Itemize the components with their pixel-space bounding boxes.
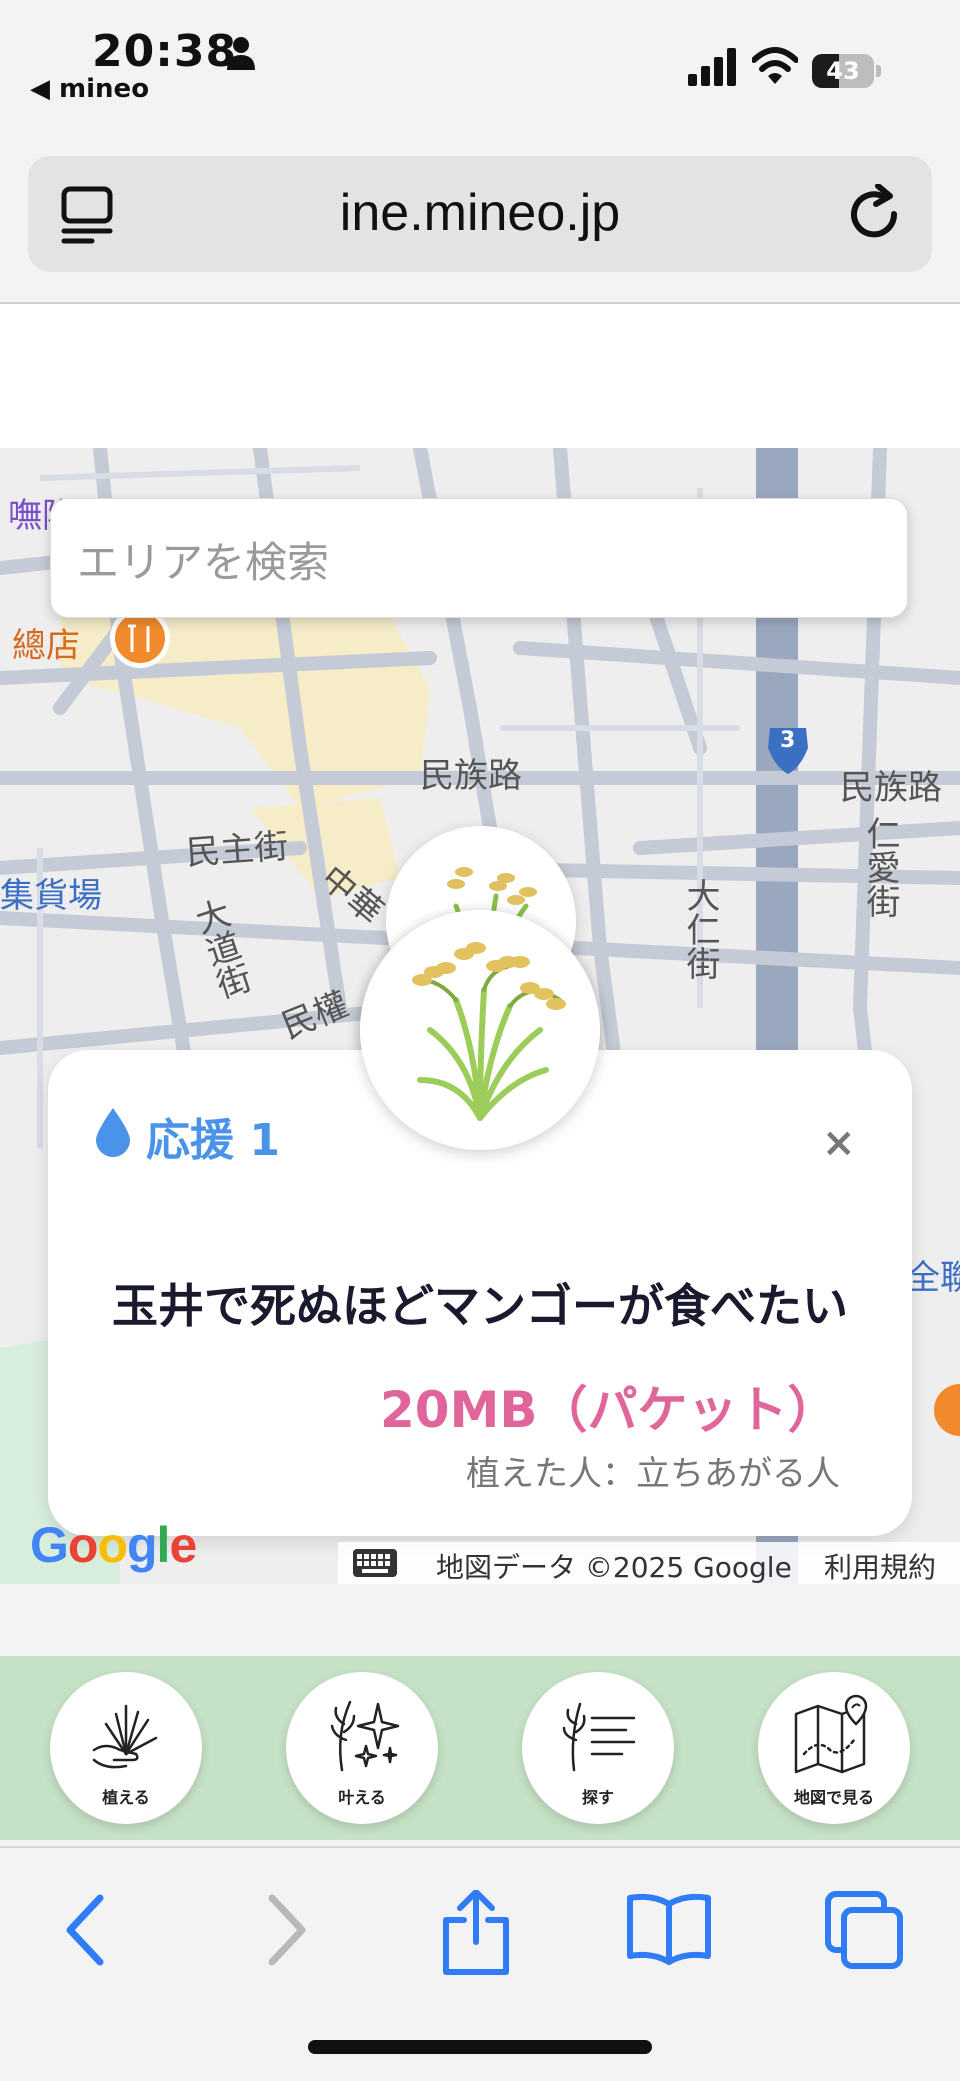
map-label-jihuo: 集貨場: [0, 876, 102, 916]
search-list-icon: [562, 1702, 636, 1772]
back-to-app-link[interactable]: ◀ mineo: [30, 74, 149, 104]
map-label-minzu-road: 民族路: [420, 756, 522, 796]
plant-hand-icon: [92, 1704, 158, 1769]
status-time: 20:38: [92, 26, 238, 77]
battery-icon: 43: [812, 54, 882, 88]
map-label-daren: 大仁街: [680, 878, 720, 980]
map-label-right-edge: 全聯: [906, 1258, 960, 1298]
nav-map-button[interactable]: 地図で見る: [758, 1672, 910, 1824]
nav-search-label: 探す: [581, 1788, 614, 1807]
bookmarks-icon[interactable]: [626, 1890, 712, 1966]
map-data-attribution: 地図データ ©2025 Google: [436, 1551, 792, 1584]
support-count: 応援 1: [146, 1115, 280, 1166]
google-logo: Google: [30, 1517, 197, 1573]
map-route-number: 3: [780, 728, 796, 753]
nav-plant-button[interactable]: 植える: [50, 1672, 202, 1824]
wish-title: 玉井で死ぬほどマンゴーが食べたい: [112, 1279, 848, 1333]
person-icon: [227, 37, 255, 70]
wifi-icon: [752, 47, 798, 84]
signal-icon: [688, 48, 736, 86]
map-pin-icon: [794, 1694, 868, 1774]
map-label-renai: 仁愛街: [860, 816, 900, 918]
area-search-placeholder: エリアを検索: [77, 538, 330, 587]
reload-icon[interactable]: [844, 184, 906, 246]
url-text[interactable]: ine.mineo.jp: [180, 180, 780, 246]
wish-planter: 植えた人：立ちあがる人: [466, 1454, 840, 1494]
water-drop-icon: [96, 1108, 130, 1157]
map-label-minzhu-street: 民主街: [184, 826, 290, 874]
keyboard-icon[interactable]: [352, 1548, 398, 1578]
back-icon[interactable]: [60, 1890, 110, 1970]
terms-link[interactable]: 利用規約: [824, 1546, 936, 1586]
tabs-icon[interactable]: [824, 1890, 904, 1970]
nav-map-label: 地図で見る: [793, 1788, 874, 1807]
reader-icon[interactable]: [58, 185, 118, 245]
share-icon[interactable]: [440, 1890, 512, 1976]
nav-search-button[interactable]: 探す: [522, 1672, 674, 1824]
sparkle-rice-icon: [330, 1700, 400, 1772]
wish-amount: 20MB（パケット）: [380, 1381, 838, 1439]
forward-icon[interactable]: [262, 1890, 312, 1970]
nav-plant-label: 植える: [102, 1788, 150, 1807]
close-card-button[interactable]: ×: [822, 1120, 856, 1166]
page-header-blank: [0, 304, 960, 448]
nav-fulfill-button[interactable]: 叶える: [286, 1672, 438, 1824]
rice-marker-selected-front[interactable]: [360, 910, 600, 1150]
home-indicator: [308, 2040, 652, 2054]
rice-plant-icon: [412, 942, 566, 1121]
map-label-store: 總店: [12, 626, 80, 666]
map-label-minzu-road-right: 民族路: [840, 768, 942, 808]
area-search-input[interactable]: エリアを検索: [50, 498, 908, 618]
nav-fulfill-label: 叶える: [338, 1788, 386, 1807]
